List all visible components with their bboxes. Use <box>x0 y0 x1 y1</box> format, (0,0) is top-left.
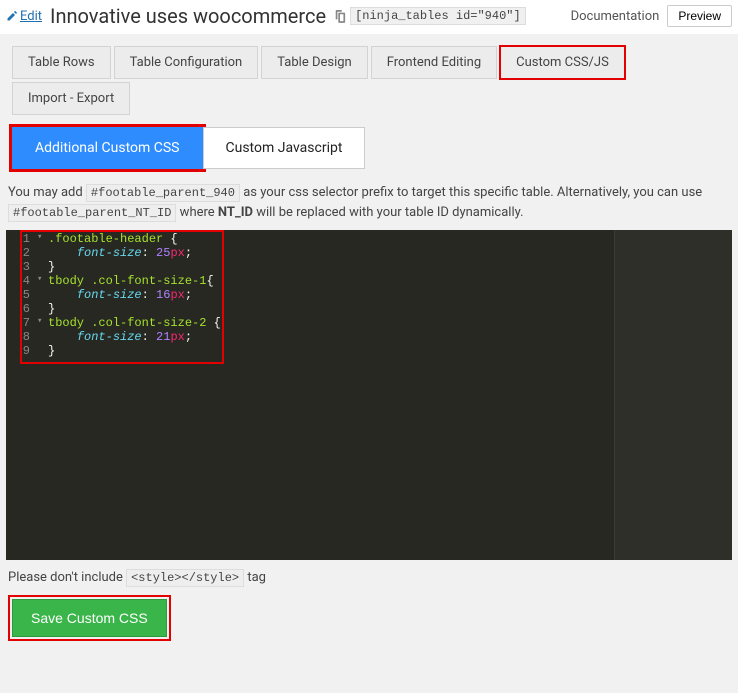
help-text-c: where <box>180 205 218 220</box>
editor-right-margin <box>614 230 732 560</box>
tab-custom-css-js[interactable]: Custom CSS/JS <box>500 46 625 79</box>
editor-content[interactable]: .footable-header { font-size: 25px;}tbod… <box>48 232 612 358</box>
help-selector-1: #footable_parent_940 <box>86 184 240 202</box>
style-tag-code: <style></style> <box>126 569 244 587</box>
save-custom-css-button[interactable]: Save Custom CSS <box>12 599 167 637</box>
help-text-b: as your css selector prefix to target th… <box>243 185 702 200</box>
subtab-custom-javascript[interactable]: Custom Javascript <box>203 127 366 169</box>
tab-frontend-editing[interactable]: Frontend Editing <box>371 46 497 79</box>
pencil-icon <box>6 10 18 22</box>
copy-icon[interactable] <box>334 9 346 23</box>
editor-gutter: 1 2 3 4 5 6 7 8 9 <box>6 230 36 560</box>
help-text-d: will be replaced with your table ID dyna… <box>256 205 523 220</box>
help-text-a: You may add <box>8 185 86 200</box>
main-tabs: Table Rows Table Configuration Table Des… <box>2 40 736 79</box>
tab-table-rows[interactable]: Table Rows <box>12 46 111 79</box>
tab-table-design[interactable]: Table Design <box>261 46 367 79</box>
help-text: You may add #footable_parent_940 as your… <box>2 169 736 230</box>
edit-label: Edit <box>20 9 42 24</box>
edit-link[interactable]: Edit <box>6 9 42 24</box>
css-editor[interactable]: 1 2 3 4 5 6 7 8 9 ▾▾▾ .footable-header {… <box>6 230 732 560</box>
sub-tabs: Additional Custom CSS Custom Javascript <box>12 127 365 169</box>
shortcode-text[interactable]: [ninja_tables id="940"] <box>350 7 526 25</box>
subtab-additional-custom-css[interactable]: Additional Custom CSS <box>12 127 203 169</box>
page-title: Innovative uses woocommerce <box>50 4 326 28</box>
help-ntid: NT_ID <box>218 205 253 220</box>
documentation-link[interactable]: Documentation <box>571 9 660 24</box>
tab-import-export[interactable]: Import - Export <box>12 82 130 115</box>
help-selector-2: #footable_parent_NT_ID <box>8 204 176 222</box>
style-tag-note: Please don't include <style></style> tag <box>2 560 736 595</box>
preview-button[interactable]: Preview <box>667 5 732 27</box>
editor-fold-gutter: ▾▾▾ <box>36 230 46 560</box>
tab-table-configuration[interactable]: Table Configuration <box>114 46 259 79</box>
